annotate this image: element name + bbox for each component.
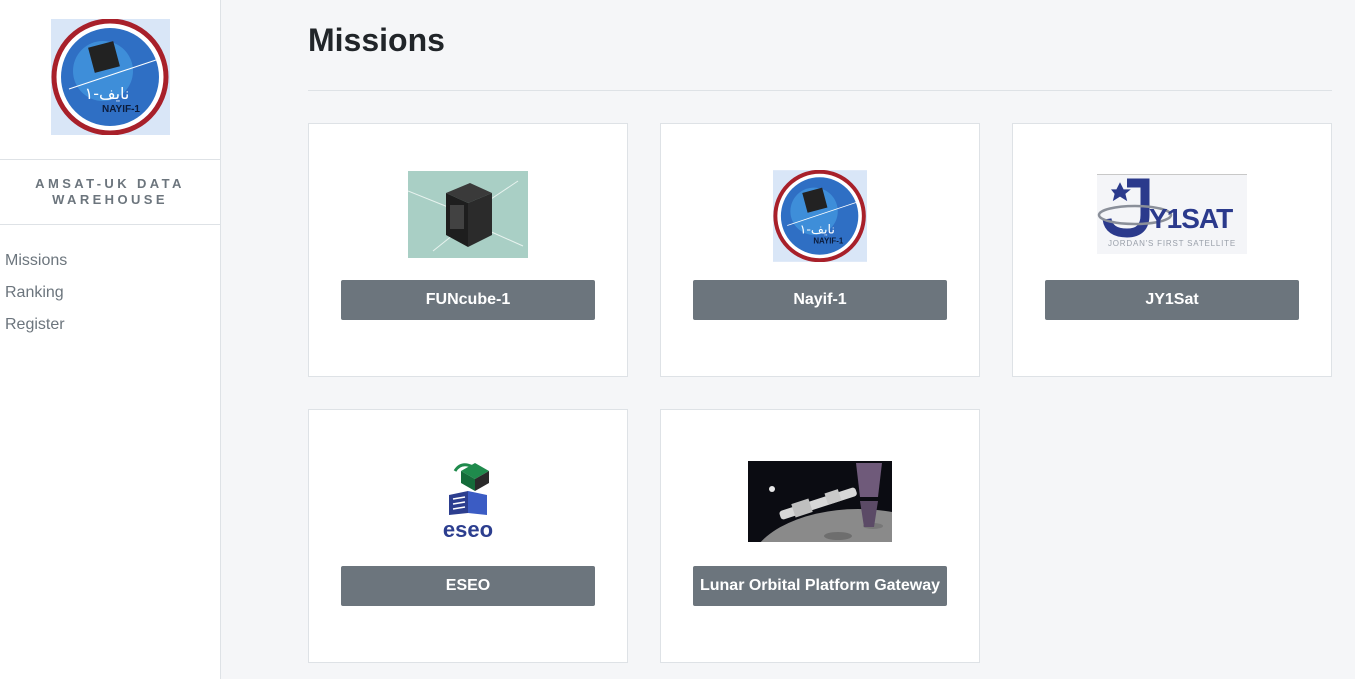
mission-image-area	[309, 124, 627, 264]
mission-button-nayif-1[interactable]: Nayif-1	[693, 280, 947, 320]
mission-button-lunar-gateway[interactable]: Lunar Orbital Platform Gateway	[693, 566, 947, 606]
mission-button-jy1sat[interactable]: JY1Sat	[1045, 280, 1299, 320]
mission-card-lunar-gateway: Lunar Orbital Platform Gateway	[660, 409, 980, 663]
svg-text:نايف-١: نايف-١	[800, 221, 835, 236]
title-divider	[308, 90, 1332, 91]
jy1sat-logo-text: Y1SAT	[1149, 203, 1233, 234]
mission-image-area: Y1SAT JORDAN'S FIRST SATELLITE	[1013, 124, 1331, 264]
svg-text:NAYIF-1: NAYIF-1	[102, 104, 140, 115]
nav-ranking[interactable]: Ranking	[0, 281, 220, 313]
nav-missions[interactable]: Missions	[0, 249, 220, 281]
mission-image-area: eseo	[309, 410, 627, 550]
nayif-patch-icon[interactable]: نايف-١ NAYIF-1	[773, 170, 867, 262]
sidebar: نايف-١ NAYIF-1 AMSAT-UK DATA WAREHOUSE M…	[0, 0, 221, 679]
lunar-gateway-icon[interactable]	[748, 460, 892, 542]
logo-area: نايف-١ NAYIF-1	[0, 0, 220, 159]
eseo-satellite-book-icon	[449, 463, 489, 515]
mission-image-area	[661, 410, 979, 550]
eseo-logo[interactable]: eseo	[431, 457, 505, 543]
eseo-logo-text: eseo	[442, 517, 494, 542]
sidebar-nav: Missions Ranking Register	[0, 225, 220, 345]
mission-card-jy1sat: Y1SAT JORDAN'S FIRST SATELLITE JY1Sat	[1012, 123, 1332, 377]
site-logo[interactable]: نايف-١ NAYIF-1	[50, 19, 170, 135]
brand-title: AMSAT-UK DATA WAREHOUSE	[0, 159, 220, 225]
mission-button-eseo[interactable]: ESEO	[341, 566, 595, 606]
mission-image-area: نايف-١ NAYIF-1	[661, 124, 979, 264]
app: نايف-١ NAYIF-1 AMSAT-UK DATA WAREHOUSE M…	[0, 0, 1355, 679]
page-title: Missions	[308, 22, 445, 58]
mission-card-funcube-1: FUNcube-1	[308, 123, 628, 377]
main-content: Missions FUNcube-1 نايف-١ NAYIF-1 Nayif-…	[221, 0, 1355, 679]
jy1sat-logo-subtext: JORDAN'S FIRST SATELLITE	[1107, 239, 1236, 248]
mission-card-eseo: eseo ESEO	[308, 409, 628, 663]
mission-button-funcube-1[interactable]: FUNcube-1	[341, 280, 595, 320]
svg-text:نايف-١: نايف-١	[84, 84, 129, 103]
svg-text:NAYIF-1: NAYIF-1	[813, 237, 844, 246]
mission-card-nayif-1: نايف-١ NAYIF-1 Nayif-1	[660, 123, 980, 377]
missions-grid: FUNcube-1 نايف-١ NAYIF-1 Nayif-1 Y1SAT J…	[308, 123, 1332, 663]
jy1sat-logo[interactable]: Y1SAT JORDAN'S FIRST SATELLITE	[1097, 174, 1247, 254]
nav-register[interactable]: Register	[0, 313, 220, 345]
nayif-patch-icon: نايف-١ NAYIF-1	[50, 19, 170, 135]
funcube-satellite-icon[interactable]	[408, 170, 528, 258]
